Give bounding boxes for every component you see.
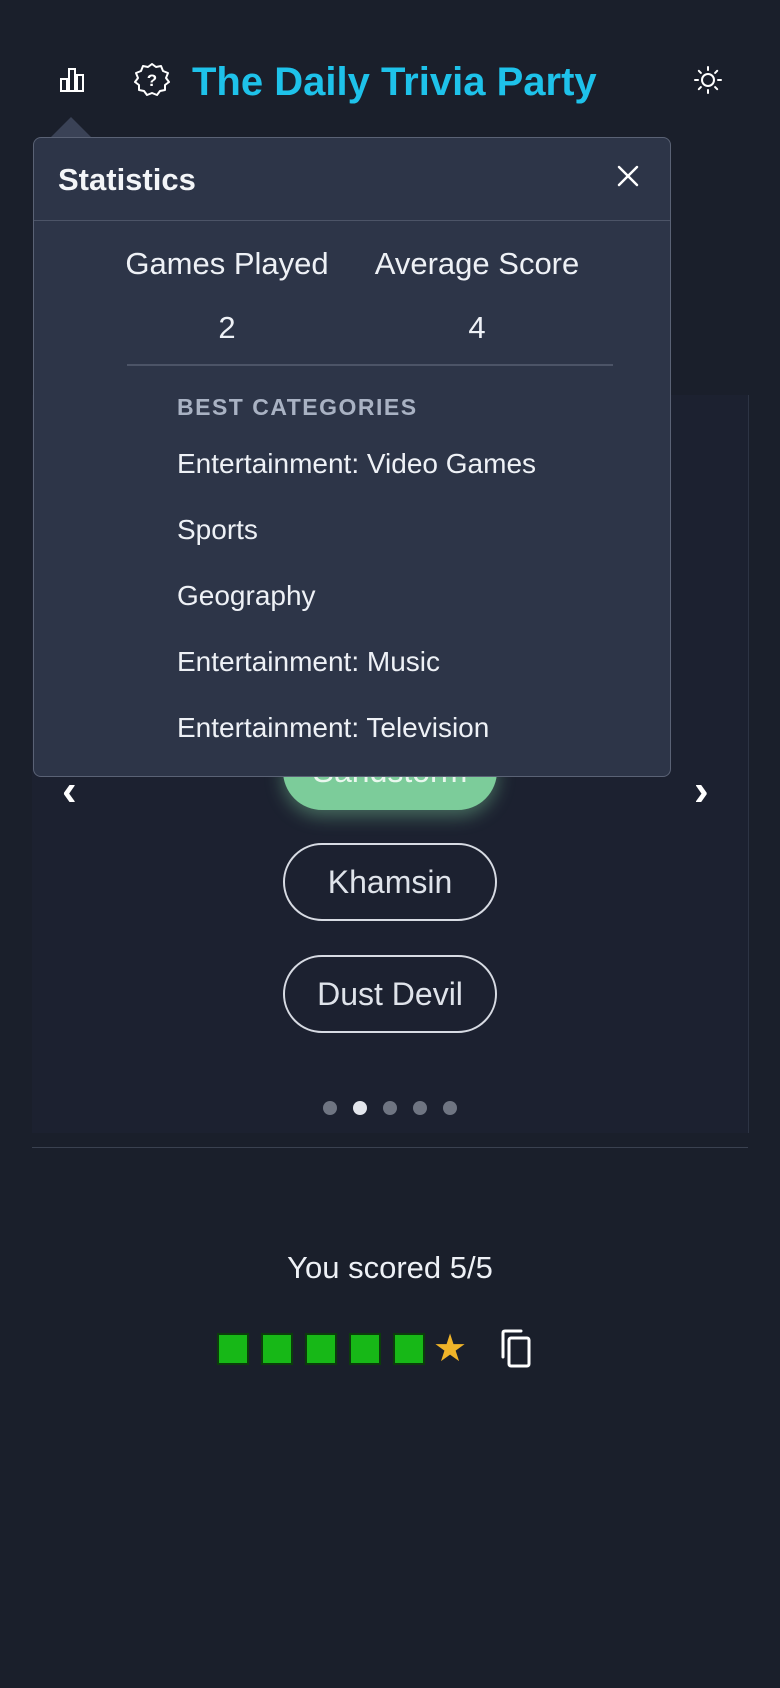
copy-icon bbox=[501, 1329, 531, 1368]
popover-caret bbox=[50, 117, 92, 138]
correct-square bbox=[261, 1333, 293, 1365]
correct-square bbox=[217, 1333, 249, 1365]
sun-icon bbox=[694, 66, 722, 94]
score-squares: ★ bbox=[217, 1327, 537, 1371]
stats-divider bbox=[127, 364, 613, 366]
bar-chart-icon bbox=[60, 68, 84, 92]
average-score-value: 4 bbox=[468, 310, 486, 345]
copy-button[interactable] bbox=[493, 1327, 537, 1371]
answer-option[interactable]: Khamsin bbox=[283, 843, 497, 921]
app-title: The Daily Trivia Party bbox=[192, 60, 597, 104]
star-icon: ★ bbox=[433, 1328, 468, 1370]
pagination-dot[interactable] bbox=[443, 1101, 457, 1115]
score-text: You scored 5/5 bbox=[287, 1250, 493, 1285]
answer-option[interactable]: Dust Devil bbox=[283, 955, 497, 1033]
popover-header: Statistics bbox=[34, 138, 670, 221]
correct-square bbox=[349, 1333, 381, 1365]
category-item: Entertainment: Video Games bbox=[177, 448, 537, 479]
games-played-stat: Games Played 2 bbox=[107, 242, 347, 350]
statistics-popover: Statistics Games Played 2 Average Score … bbox=[33, 137, 671, 777]
category-item: Entertainment: Television bbox=[177, 712, 490, 743]
games-played-value: 2 bbox=[218, 310, 236, 345]
pagination-dot[interactable] bbox=[383, 1101, 397, 1115]
pagination-dot[interactable] bbox=[413, 1101, 427, 1115]
pagination-dot-active[interactable] bbox=[353, 1101, 367, 1115]
page: ? The Daily Trivia Party ‹ › Sandstorm K… bbox=[0, 0, 780, 1688]
pagination-dots bbox=[0, 1101, 780, 1115]
theme-toggle-icon[interactable] bbox=[688, 60, 728, 100]
next-question-button[interactable]: › bbox=[694, 766, 709, 816]
category-item: Geography bbox=[177, 580, 316, 611]
games-played-label: Games Played bbox=[125, 246, 329, 281]
question-badge-icon: ? bbox=[134, 63, 170, 96]
svg-text:?: ? bbox=[147, 71, 157, 90]
stats-icon[interactable] bbox=[52, 60, 92, 100]
divider bbox=[32, 1147, 748, 1148]
pagination-dot[interactable] bbox=[323, 1101, 337, 1115]
close-button[interactable] bbox=[608, 156, 648, 196]
app-header: ? The Daily Trivia Party bbox=[0, 50, 780, 110]
close-icon bbox=[617, 165, 639, 187]
average-score-label: Average Score bbox=[374, 246, 580, 281]
category-item: Sports bbox=[177, 514, 258, 545]
correct-square bbox=[393, 1333, 425, 1365]
average-score-stat: Average Score 4 bbox=[357, 242, 597, 350]
correct-square bbox=[305, 1333, 337, 1365]
popover-title: Statistics bbox=[58, 162, 196, 197]
best-categories-heading: BEST CATEGORIES bbox=[177, 394, 418, 420]
help-icon[interactable]: ? bbox=[132, 60, 172, 100]
best-categories-list: Entertainment: Video Games Sports Geogra… bbox=[177, 444, 536, 774]
category-item: Entertainment: Music bbox=[177, 646, 440, 677]
